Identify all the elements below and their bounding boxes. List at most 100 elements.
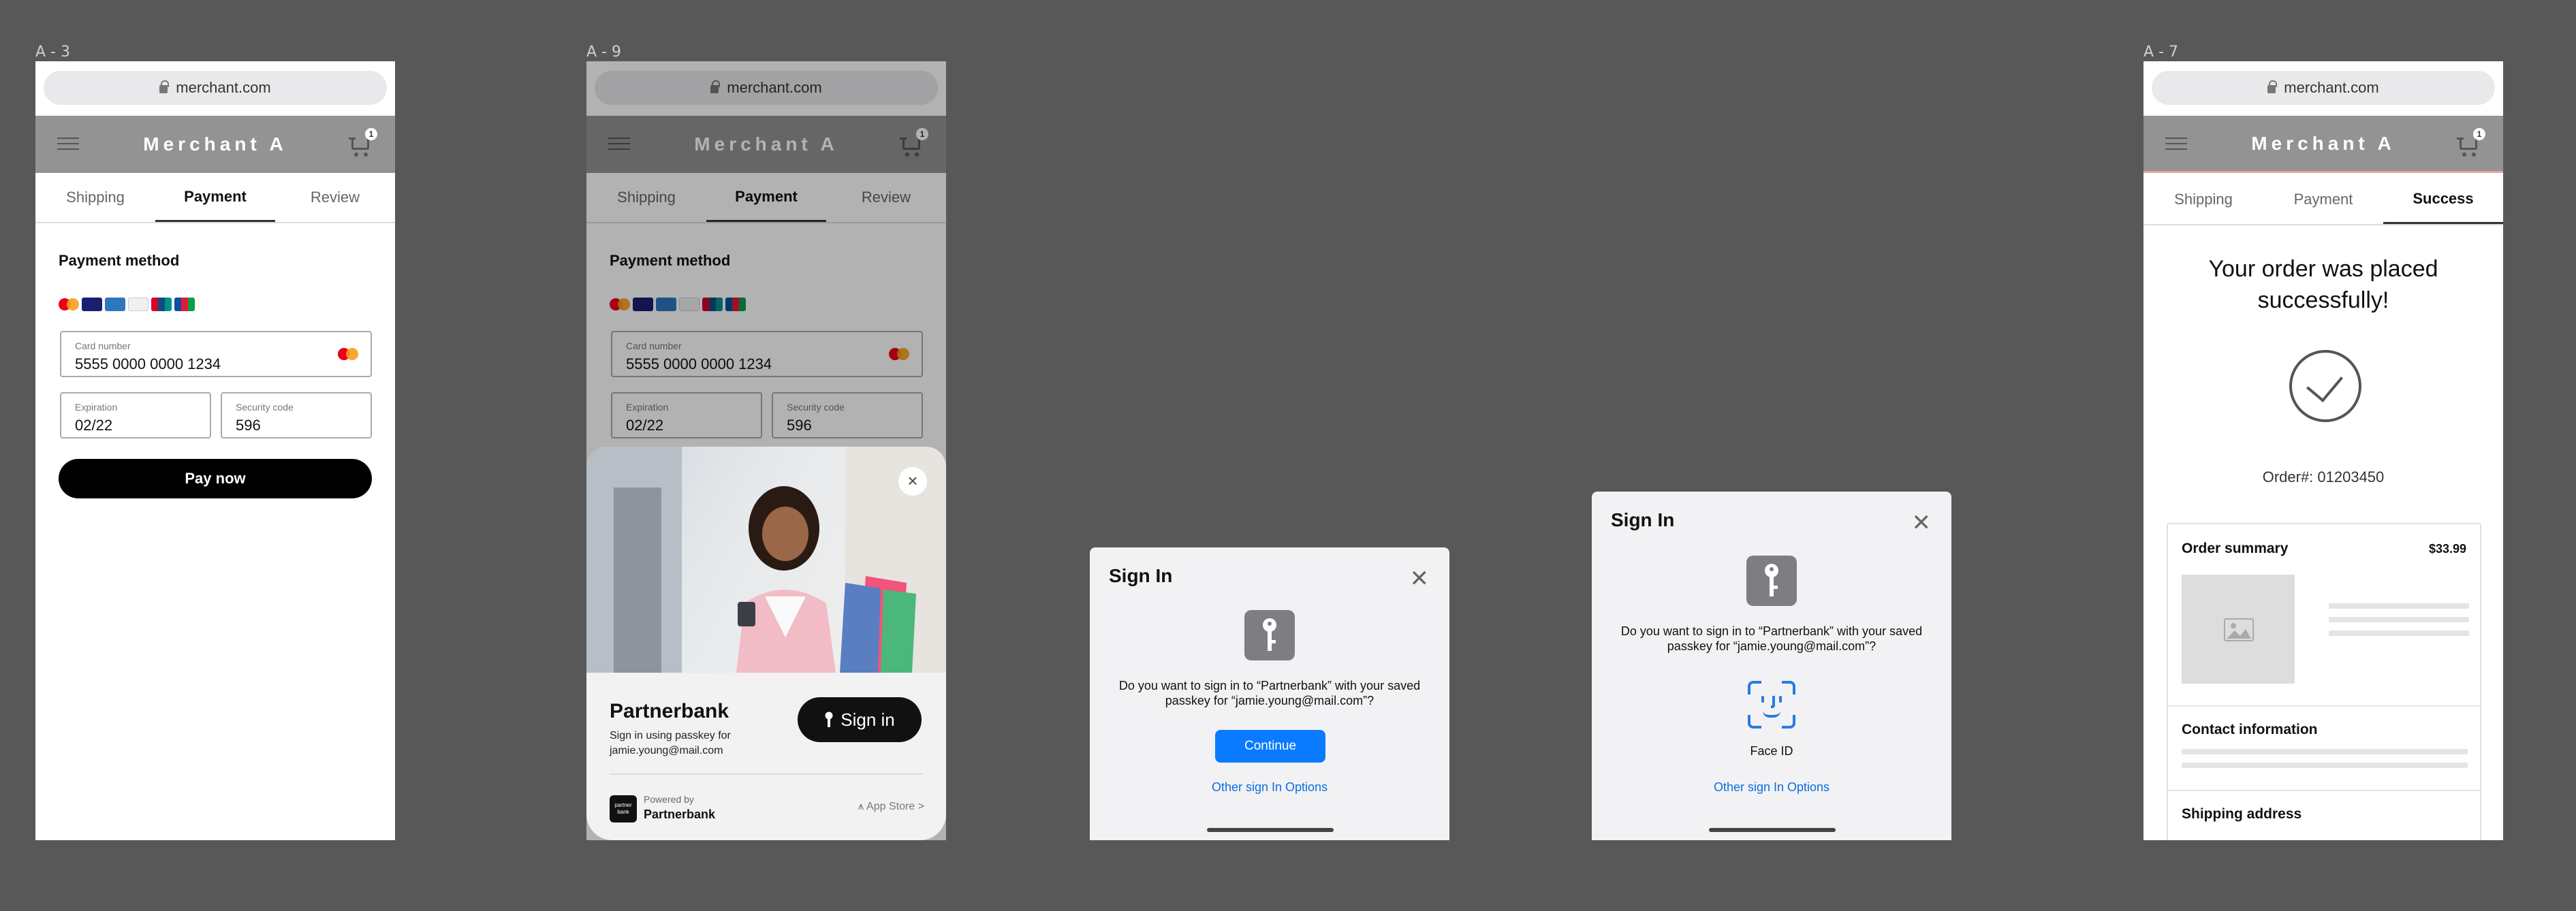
signin-dialog-faceid: Sign In ✕ Do you want to sign in to “Par…	[1592, 492, 1951, 840]
hamburger-menu-icon[interactable]	[2165, 138, 2187, 151]
cart-icon[interactable]: 1	[349, 128, 377, 158]
site-header: Merchant A 1	[35, 116, 395, 173]
screen-partner-sheet: merchant.com Merchant A 1 Shipping Payme…	[586, 61, 946, 840]
url-text: merchant.com	[176, 79, 271, 96]
app-store-link[interactable]: ⩚ App Store >	[858, 801, 924, 813]
close-sheet-button[interactable]: ×	[898, 467, 927, 496]
contact-info-title: Contact information	[2182, 722, 2318, 737]
jcb-icon	[174, 298, 195, 311]
screen-payment: merchant.com Merchant A 1 Shipping Payme…	[35, 61, 395, 840]
frame-label-a3: A - 3	[35, 44, 70, 61]
partnerbank-logo: partner bank	[610, 795, 637, 822]
security-code-value: 596	[236, 417, 261, 434]
cart-count-badge: 1	[365, 128, 377, 140]
powered-by-name: Partnerbank	[644, 808, 716, 821]
close-icon[interactable]: ✕	[1912, 509, 1932, 537]
url-bar[interactable]: merchant.com	[2152, 71, 2495, 105]
promo-image: ×	[586, 447, 946, 673]
card-logos	[59, 298, 195, 311]
key-icon	[825, 712, 833, 727]
cart-icon[interactable]: 1	[2457, 128, 2485, 158]
expiration-label: Expiration	[75, 402, 118, 413]
contact-line-placeholder	[2182, 763, 2468, 768]
product-line-placeholder	[2329, 617, 2469, 622]
card-number-field[interactable]: Card number 5555 0000 0000 1234	[60, 331, 372, 377]
payment-method-title: Payment method	[59, 252, 180, 269]
tab-payment[interactable]: Payment	[2263, 175, 2383, 224]
tab-shipping[interactable]: Shipping	[35, 173, 155, 222]
continue-button[interactable]: Continue	[1215, 730, 1325, 763]
mastercard-icon	[59, 298, 79, 311]
tab-payment[interactable]: Payment	[155, 173, 275, 222]
url-bar[interactable]: merchant.com	[44, 71, 387, 105]
passkey-icon	[1746, 556, 1797, 606]
sheet-divider	[610, 773, 923, 775]
partner-subtitle: Sign in using passkey for jamie.young@ma…	[610, 730, 731, 756]
url-text: merchant.com	[2284, 79, 2379, 96]
image-icon	[2224, 618, 2254, 641]
discover-icon	[128, 298, 148, 311]
dialog-title: Sign In	[1611, 509, 1675, 530]
home-indicator	[1207, 828, 1334, 832]
expiration-value: 02/22	[75, 417, 113, 434]
frame-label-a9: A - 9	[586, 44, 621, 61]
amex-icon	[105, 298, 125, 311]
checkout-tabs: Shipping Payment Success	[2143, 175, 2503, 225]
security-code-label: Security code	[236, 402, 294, 413]
screen-success: merchant.com Merchant A 1 Shipping Payme…	[2143, 61, 2503, 840]
store-title: Merchant A	[143, 133, 287, 155]
lock-icon	[2267, 80, 2278, 93]
partner-title: Partnerbank	[610, 700, 729, 722]
tab-review[interactable]: Review	[275, 173, 395, 222]
contact-line-placeholder	[2182, 749, 2468, 754]
product-line-placeholder	[2329, 603, 2469, 609]
store-title: Merchant A	[2251, 132, 2396, 154]
tab-success[interactable]: Success	[2383, 175, 2503, 224]
card-number-label: Card number	[75, 340, 131, 351]
unionpay-icon	[151, 298, 172, 311]
dialog-message: Do you want to sign in to “Partnerbank” …	[1118, 679, 1421, 707]
home-indicator	[1709, 828, 1836, 832]
tab-shipping[interactable]: Shipping	[2143, 175, 2263, 224]
partner-bottom-sheet: × Partnerbank Sign in using passkey for …	[586, 447, 946, 840]
frame-label-a7: A - 7	[2143, 44, 2178, 61]
dialog-title: Sign In	[1109, 565, 1173, 586]
powered-by-label: Powered by	[644, 794, 694, 805]
hamburger-menu-icon[interactable]	[57, 138, 79, 151]
expiration-field[interactable]: Expiration 02/22	[60, 392, 211, 438]
face-id-icon	[1748, 681, 1795, 729]
signin-dialog-continue: Sign In ✕ Do you want to sign in to “Par…	[1090, 547, 1449, 840]
checkmark-icon	[2289, 350, 2361, 422]
face-id-label: Face ID	[1750, 744, 1793, 758]
pay-now-button[interactable]: Pay now	[59, 459, 372, 498]
site-header: Merchant A 1	[2143, 116, 2503, 173]
order-summary-card: Order summary $33.99 Contact information…	[2167, 523, 2481, 840]
signin-label: Sign in	[841, 709, 895, 730]
card-number-value: 5555 0000 0000 1234	[75, 355, 221, 372]
app-store-label: App Store >	[866, 801, 924, 812]
lock-icon	[159, 80, 170, 93]
order-number: Order#: 01203450	[2262, 468, 2385, 485]
success-heading-line2: successfully!	[2257, 287, 2389, 313]
security-code-field[interactable]: Security code 596	[221, 392, 372, 438]
order-summary-title: Order summary	[2182, 541, 2289, 556]
success-heading-line1: Your order was placed	[2208, 256, 2438, 282]
product-line-placeholder	[2329, 630, 2469, 636]
passkey-signin-button[interactable]: Sign in	[798, 697, 922, 742]
other-signin-options-link[interactable]: Other sign In Options	[1592, 780, 1951, 795]
success-heading: Your order was placed successfully!	[2143, 253, 2503, 316]
summary-divider	[2168, 705, 2480, 707]
product-image-placeholder	[2182, 575, 2295, 684]
checkout-tabs: Shipping Payment Review	[35, 173, 395, 223]
passkey-icon	[1244, 610, 1295, 660]
visa-icon	[82, 298, 102, 311]
shopper-illustration	[586, 447, 946, 673]
mastercard-icon	[338, 347, 358, 361]
cart-count-badge: 1	[2473, 128, 2485, 140]
summary-divider	[2168, 790, 2480, 791]
dialog-message: Do you want to sign in to “Partnerbank” …	[1620, 624, 1923, 653]
close-icon[interactable]: ✕	[1410, 565, 1430, 592]
shipping-address-title: Shipping address	[2182, 806, 2302, 822]
other-signin-options-link[interactable]: Other sign In Options	[1090, 780, 1449, 795]
order-summary-price: $33.99	[2428, 542, 2466, 556]
